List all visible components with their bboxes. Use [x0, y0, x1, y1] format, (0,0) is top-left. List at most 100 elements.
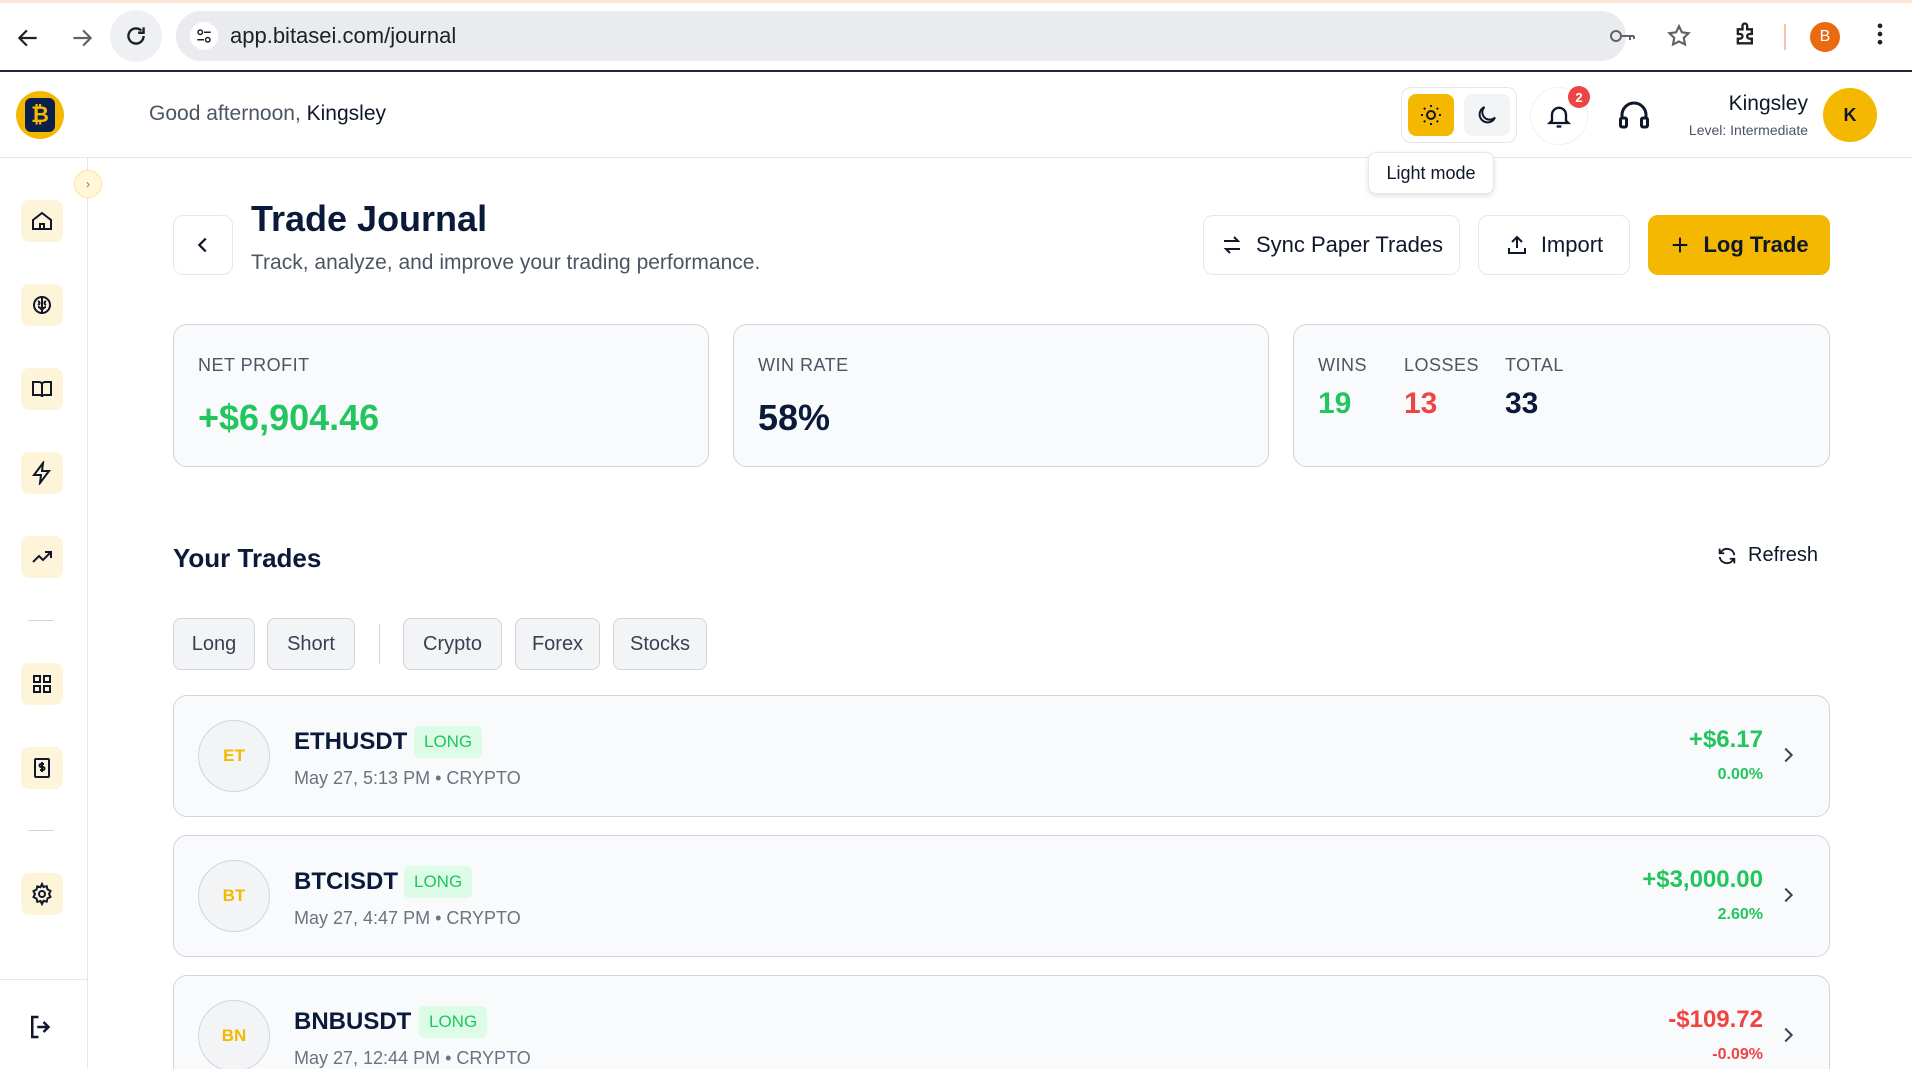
refresh-button[interactable]: Refresh	[1716, 544, 1818, 567]
lightning-icon	[32, 461, 51, 485]
grid-icon	[33, 675, 51, 693]
wins-losses-card: WINS 19 LOSSES 13 TOTAL 33	[1293, 324, 1830, 467]
filter-chip-stocks[interactable]: Stocks	[613, 618, 707, 670]
import-button[interactable]: Import	[1478, 215, 1630, 275]
dollar-document-icon	[34, 758, 50, 778]
back-button[interactable]	[173, 215, 233, 275]
net-profit-card: NET PROFIT +$6,904.46	[173, 324, 709, 467]
notification-count-badge: 2	[1568, 86, 1590, 108]
moon-icon	[1478, 106, 1496, 124]
filter-chip-short[interactable]: Short	[267, 618, 355, 670]
trade-symbol: ETHUSDT	[294, 728, 408, 755]
win-rate-label: WIN RATE	[758, 355, 849, 375]
dark-mode-button[interactable]	[1464, 94, 1510, 136]
trade-side-badge: LONG	[414, 726, 483, 758]
trade-row[interactable]: ET ETHUSDT LONG May 27, 5:13 PM • CRYPTO…	[173, 695, 1830, 817]
sidebar	[0, 158, 88, 1069]
sync-arrows-icon	[1223, 236, 1241, 254]
chevron-right-icon[interactable]	[1777, 744, 1799, 766]
page-title: Trade Journal	[251, 198, 488, 239]
bookmark-star-icon[interactable]	[1666, 23, 1692, 49]
app-logo[interactable]: ₿	[16, 91, 64, 139]
sidebar-item-dashboard[interactable]	[21, 663, 63, 705]
light-mode-button[interactable]	[1408, 94, 1454, 136]
log-trade-label: Log Trade	[1703, 232, 1809, 257]
app-header: ₿ Good afternoon, Kingsley 2 Kingsley Le…	[0, 72, 1912, 158]
browser-chrome: app.bitasei.com/journal B	[0, 0, 1912, 72]
trade-row[interactable]: BN BNBUSDT LONG May 27, 12:44 PM • CRYPT…	[173, 975, 1830, 1069]
logout-icon[interactable]	[26, 1012, 56, 1042]
win-rate-value: 58%	[758, 397, 831, 438]
log-trade-button[interactable]: Log Trade	[1648, 215, 1830, 275]
chevron-right-icon[interactable]	[1777, 884, 1799, 906]
site-settings-icon[interactable]	[190, 22, 218, 50]
theme-toggle	[1401, 87, 1517, 143]
filter-chip-forex[interactable]: Forex	[515, 618, 600, 670]
upload-icon	[1507, 235, 1526, 254]
sidebar-item-signals[interactable]	[21, 452, 63, 494]
total-value: 33	[1505, 387, 1539, 420]
logo-mark-icon: ₿	[25, 98, 55, 132]
filter-chip-crypto[interactable]: Crypto	[403, 618, 502, 670]
trade-asset-avatar: ET	[198, 720, 270, 792]
filter-chip-long[interactable]: Long	[173, 618, 255, 670]
address-bar[interactable]: app.bitasei.com/journal	[176, 11, 1691, 61]
trending-up-icon	[32, 551, 52, 563]
back-arrow-icon[interactable]	[8, 18, 48, 58]
sidebar-item-billing[interactable]	[21, 747, 63, 789]
refresh-icon	[1718, 547, 1736, 564]
trade-pnl: -$109.72	[1668, 1006, 1763, 1033]
sun-icon	[1421, 105, 1441, 125]
greeting: Good afternoon, Kingsley	[149, 102, 386, 126]
toolbar-divider	[1784, 24, 1786, 50]
brain-icon	[33, 296, 51, 314]
trade-pnl-percent: 2.60%	[1717, 906, 1763, 923]
filter-separator	[379, 624, 380, 664]
total-label: TOTAL	[1505, 355, 1564, 375]
plus-icon	[1673, 237, 1688, 253]
trade-row[interactable]: BT BTCISDT LONG May 27, 4:47 PM • CRYPTO…	[173, 835, 1830, 957]
url-text[interactable]: app.bitasei.com/journal	[230, 23, 456, 49]
trade-meta: May 27, 4:47 PM • CRYPTO	[294, 908, 521, 928]
your-trades-heading: Your Trades	[173, 543, 322, 573]
refresh-label: Refresh	[1748, 544, 1819, 566]
password-key-icon[interactable]	[1608, 25, 1636, 47]
trade-pnl-percent: -0.09%	[1712, 1046, 1763, 1063]
import-label: Import	[1540, 232, 1604, 257]
reload-icon[interactable]	[110, 10, 162, 62]
trade-asset-avatar: BN	[198, 1000, 270, 1069]
win-rate-card: WIN RATE 58%	[733, 324, 1269, 467]
trade-side-badge: LONG	[419, 1006, 488, 1038]
trade-pnl-percent: 0.00%	[1717, 766, 1763, 783]
kebab-menu-icon[interactable]	[1866, 20, 1894, 48]
extensions-puzzle-icon[interactable]	[1732, 20, 1760, 48]
sync-paper-trades-label: Sync Paper Trades	[1255, 232, 1444, 257]
forward-arrow-icon[interactable]	[62, 18, 102, 58]
losses-value: 13	[1404, 387, 1438, 420]
user-level: Level: Intermediate	[1688, 122, 1808, 138]
sidebar-collapse-chevron-icon[interactable]: ›	[74, 170, 102, 198]
trade-symbol: BNBUSDT	[294, 1008, 412, 1035]
chrome-accent-line	[0, 0, 1912, 3]
sidebar-item-ai[interactable]	[21, 284, 63, 326]
sync-paper-trades-button[interactable]: Sync Paper Trades	[1203, 215, 1460, 275]
trade-pnl: +$3,000.00	[1642, 866, 1763, 893]
browser-profile-avatar[interactable]: B	[1810, 22, 1840, 52]
trade-asset-avatar: BT	[198, 860, 270, 932]
user-avatar[interactable]: K	[1823, 88, 1877, 142]
trade-meta: May 27, 12:44 PM • CRYPTO	[294, 1048, 531, 1068]
sidebar-item-learn[interactable]	[21, 368, 63, 410]
headset-support-icon[interactable]	[1616, 97, 1652, 133]
sidebar-item-settings[interactable]	[21, 873, 63, 915]
trade-pnl: +$6.17	[1688, 726, 1763, 753]
sidebar-item-journal[interactable]	[21, 536, 63, 578]
page-subtitle: Track, analyze, and improve your trading…	[251, 251, 761, 274]
sidebar-item-home[interactable]	[21, 200, 63, 242]
losses-label: LOSSES	[1404, 355, 1480, 375]
chevron-right-icon[interactable]	[1777, 1024, 1799, 1046]
trade-side-badge: LONG	[404, 866, 473, 898]
net-profit-value: +$6,904.46	[198, 397, 380, 438]
chevron-left-icon	[197, 237, 207, 253]
bell-icon	[1546, 106, 1572, 128]
home-icon	[32, 211, 52, 230]
